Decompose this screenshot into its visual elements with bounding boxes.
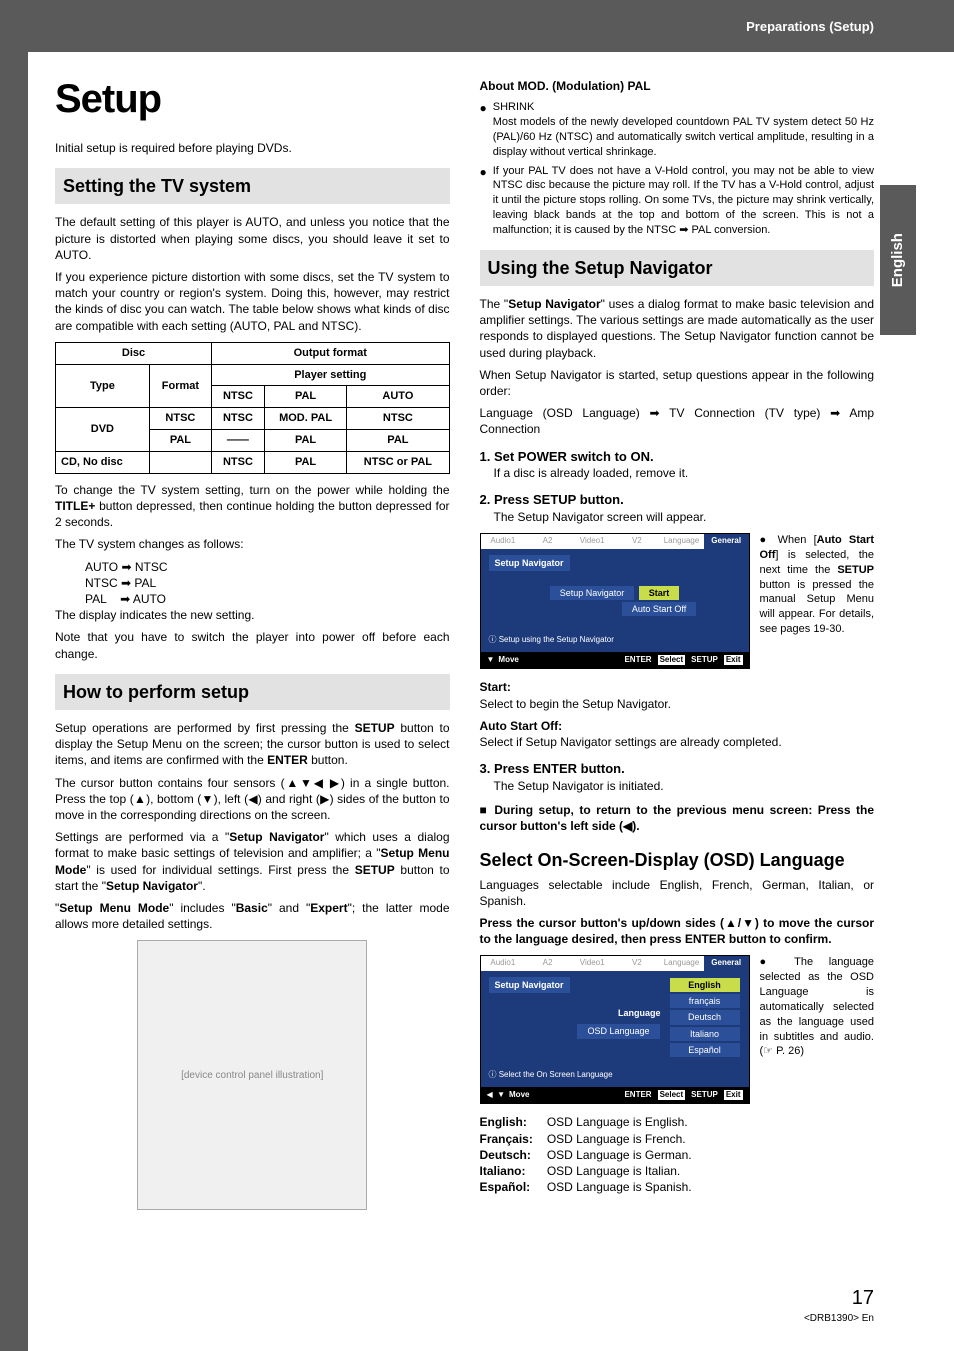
heading-osd: Select On-Screen-Display (OSD) Language [480, 848, 875, 872]
mod-heading: About MOD. (Modulation) PAL [480, 79, 651, 93]
nav-p3: Language (OSD Language) ➡ TV Connection … [480, 405, 875, 437]
how-p2: The cursor button contains four sensors … [55, 775, 450, 824]
compat-table: Disc Output format Type Format Player se… [55, 342, 450, 474]
menu1-note: ● When [Auto Start Off] is selected, the… [760, 533, 875, 637]
nav-p2: When Setup Navigator is started, setup q… [480, 367, 875, 399]
language-tab: English [880, 185, 916, 335]
menu2-note: ● The language selected as the OSD Langu… [760, 955, 875, 1059]
left-stripe [0, 0, 28, 1351]
tv-p6: Note that you have to switch the player … [55, 629, 450, 661]
right-column: About MOD. (Modulation) PAL ●SHRINKMost … [480, 72, 875, 1218]
tv-p1: The default setting of this player is AU… [55, 214, 450, 263]
step-3: 3. Press ENTER button. [480, 760, 875, 778]
header-band: Preparations (Setup) [0, 0, 954, 52]
setup-navigator-menu-1: Audio1A2Video1V2LanguageGeneral Setup Na… [480, 533, 750, 669]
step-2: 2. Press SETUP button. [480, 491, 875, 509]
page-title: Setup [55, 72, 450, 126]
manual-page: Preparations (Setup) English Setup Initi… [0, 0, 954, 1351]
device-illustration: [device control panel illustration] [137, 940, 367, 1210]
tv-p5: The display indicates the new setting. [55, 607, 450, 623]
language-list: English: OSD Language is English. França… [480, 1114, 875, 1195]
nav-p1: The "Setup Navigator" uses a dialog form… [480, 296, 875, 361]
content: Setup Initial setup is required before p… [55, 72, 874, 1311]
tv-p2: If you experience picture distortion wit… [55, 269, 450, 334]
setup-navigator-menu-2: Audio1A2Video1V2LanguageGeneral Setup Na… [480, 955, 750, 1104]
step-1: 1. Set POWER switch to ON. [480, 448, 875, 466]
breadcrumb: Preparations (Setup) [746, 18, 874, 36]
how-p1: Setup operations are performed by first … [55, 720, 450, 769]
page-footer: 17 <DRB1390> En [804, 1285, 874, 1326]
how-p3: Settings are performed via a "Setup Navi… [55, 829, 450, 894]
heading-how-setup: How to perform setup [55, 674, 450, 710]
heading-setup-navigator: Using the Setup Navigator [480, 250, 875, 286]
tv-p3: To change the TV system setting, turn on… [55, 482, 450, 531]
left-column: Setup Initial setup is required before p… [55, 72, 450, 1218]
how-p4: "Setup Menu Mode" includes "Basic" and "… [55, 900, 450, 932]
tv-p4: The TV system changes as follows: [55, 536, 450, 552]
heading-tv-system: Setting the TV system [55, 168, 450, 204]
intro-text: Initial setup is required before playing… [55, 140, 450, 156]
